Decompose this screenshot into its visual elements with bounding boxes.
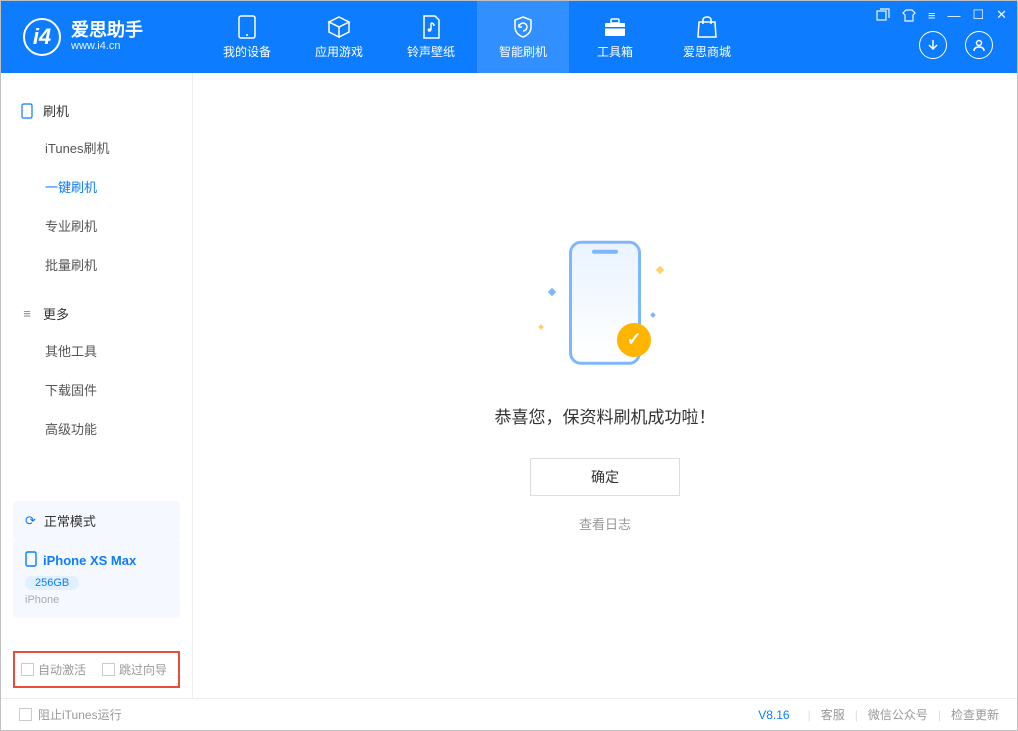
device-storage-badge: 256GB [25, 576, 79, 590]
wechat-link[interactable]: 微信公众号 [868, 706, 928, 723]
skin-icon[interactable] [902, 7, 916, 23]
checkbox-icon [21, 663, 34, 676]
music-file-icon [419, 15, 443, 39]
device-card[interactable]: iPhone XS Max 256GB iPhone [13, 539, 180, 618]
phone-icon [19, 103, 35, 119]
tab-toolbox[interactable]: 工具箱 [569, 1, 661, 73]
device-name: iPhone XS Max [43, 553, 136, 568]
main-content: ✓ 恭喜您，保资料刷机成功啦！ 确定 查看日志 [193, 73, 1017, 698]
sidebar: 刷机 iTunes刷机 一键刷机 专业刷机 批量刷机 ≡ 更多 其他工具 下载固… [1, 73, 193, 698]
tab-apps[interactable]: 应用游戏 [293, 1, 385, 73]
version-label: V8.16 [758, 708, 789, 722]
device-icon [235, 15, 259, 39]
separator: | [938, 708, 941, 722]
checkbox-auto-activate[interactable]: 自动激活 [21, 661, 86, 678]
logo-area: i4 爱思助手 www.i4.cn [1, 18, 201, 56]
section-label: 刷机 [43, 101, 69, 120]
app-url: www.i4.cn [71, 39, 143, 53]
sidebar-section-flash: 刷机 [1, 93, 192, 128]
device-name-row: iPhone XS Max [25, 551, 136, 570]
shield-refresh-icon [511, 15, 535, 39]
minimize-button[interactable]: — [947, 7, 960, 23]
footer-right: V8.16 | 客服 | 微信公众号 | 检查更新 [758, 706, 999, 723]
sidebar-item-pro-flash[interactable]: 专业刷机 [1, 206, 192, 245]
checkbox-label: 跳过向导 [119, 661, 167, 678]
app-body: 刷机 iTunes刷机 一键刷机 专业刷机 批量刷机 ≡ 更多 其他工具 下载固… [1, 73, 1017, 698]
sidebar-item-other-tools[interactable]: 其他工具 [1, 331, 192, 370]
sidebar-item-itunes-flash[interactable]: iTunes刷机 [1, 128, 192, 167]
window-controls: ≡ — ☐ ✕ [876, 7, 1007, 23]
bag-icon [695, 15, 719, 39]
section-label: 更多 [43, 304, 69, 323]
device-phone-icon [25, 551, 37, 570]
support-link[interactable]: 客服 [821, 706, 845, 723]
check-update-link[interactable]: 检查更新 [951, 706, 999, 723]
close-button[interactable]: ✕ [996, 7, 1007, 23]
maximize-button[interactable]: ☐ [972, 7, 984, 23]
sidebar-item-advanced[interactable]: 高级功能 [1, 409, 192, 448]
nav-tabs: 我的设备 应用游戏 铃声壁纸 智能刷机 工具箱 爱思商城 [201, 1, 753, 73]
checkbox-icon [102, 663, 115, 676]
success-message: 恭喜您，保资料刷机成功啦！ [495, 403, 716, 428]
download-button[interactable] [919, 31, 947, 59]
sparkle-icon [656, 265, 664, 273]
tab-label: 铃声壁纸 [407, 43, 455, 60]
checkbox-label: 阻止iTunes运行 [38, 706, 122, 723]
sidebar-item-download-firmware[interactable]: 下载固件 [1, 370, 192, 409]
separator: | [855, 708, 858, 722]
tab-label: 应用游戏 [315, 43, 363, 60]
status-bar: 阻止iTunes运行 V8.16 | 客服 | 微信公众号 | 检查更新 [1, 698, 1017, 730]
flash-options-highlight: 自动激活 跳过向导 [13, 651, 180, 688]
app-title: 爱思助手 [71, 21, 143, 39]
tab-label: 我的设备 [223, 43, 271, 60]
sidebar-item-batch-flash[interactable]: 批量刷机 [1, 245, 192, 284]
account-button[interactable] [965, 31, 993, 59]
feedback-icon[interactable] [876, 7, 890, 23]
tab-label: 工具箱 [597, 43, 633, 60]
confirm-button[interactable]: 确定 [530, 458, 680, 496]
checkbox-label: 自动激活 [38, 661, 86, 678]
tab-store[interactable]: 爱思商城 [661, 1, 753, 73]
toolbox-icon [603, 15, 627, 39]
app-header: i4 爱思助手 www.i4.cn 我的设备 应用游戏 铃声壁纸 智能刷机 工具… [1, 1, 1017, 73]
list-icon: ≡ [19, 306, 35, 322]
tab-label: 爱思商城 [683, 43, 731, 60]
view-log-link[interactable]: 查看日志 [579, 514, 631, 533]
sparkle-icon [548, 287, 556, 295]
sidebar-section-more: ≡ 更多 [1, 296, 192, 331]
refresh-icon: ⟳ [25, 513, 36, 529]
logo-icon: i4 [23, 18, 61, 56]
tab-my-device[interactable]: 我的设备 [201, 1, 293, 73]
separator: | [808, 708, 811, 722]
header-actions [919, 31, 993, 59]
tab-ringtone[interactable]: 铃声壁纸 [385, 1, 477, 73]
success-illustration: ✓ [535, 239, 675, 379]
checkbox-icon [19, 708, 32, 721]
device-mode-card[interactable]: ⟳ 正常模式 [13, 501, 180, 540]
menu-icon[interactable]: ≡ [928, 7, 936, 23]
sparkle-icon [538, 324, 544, 330]
mode-label: 正常模式 [44, 511, 96, 530]
sparkle-icon [650, 312, 656, 318]
sidebar-item-oneclick-flash[interactable]: 一键刷机 [1, 167, 192, 206]
tab-label: 智能刷机 [499, 43, 547, 60]
checkbox-block-itunes[interactable]: 阻止iTunes运行 [19, 706, 122, 723]
check-icon: ✓ [617, 323, 651, 357]
checkbox-skip-wizard[interactable]: 跳过向导 [102, 661, 167, 678]
tab-smart-flash[interactable]: 智能刷机 [477, 1, 569, 73]
device-type: iPhone [25, 594, 59, 606]
logo-text: 爱思助手 www.i4.cn [71, 21, 143, 53]
cube-icon [327, 15, 351, 39]
